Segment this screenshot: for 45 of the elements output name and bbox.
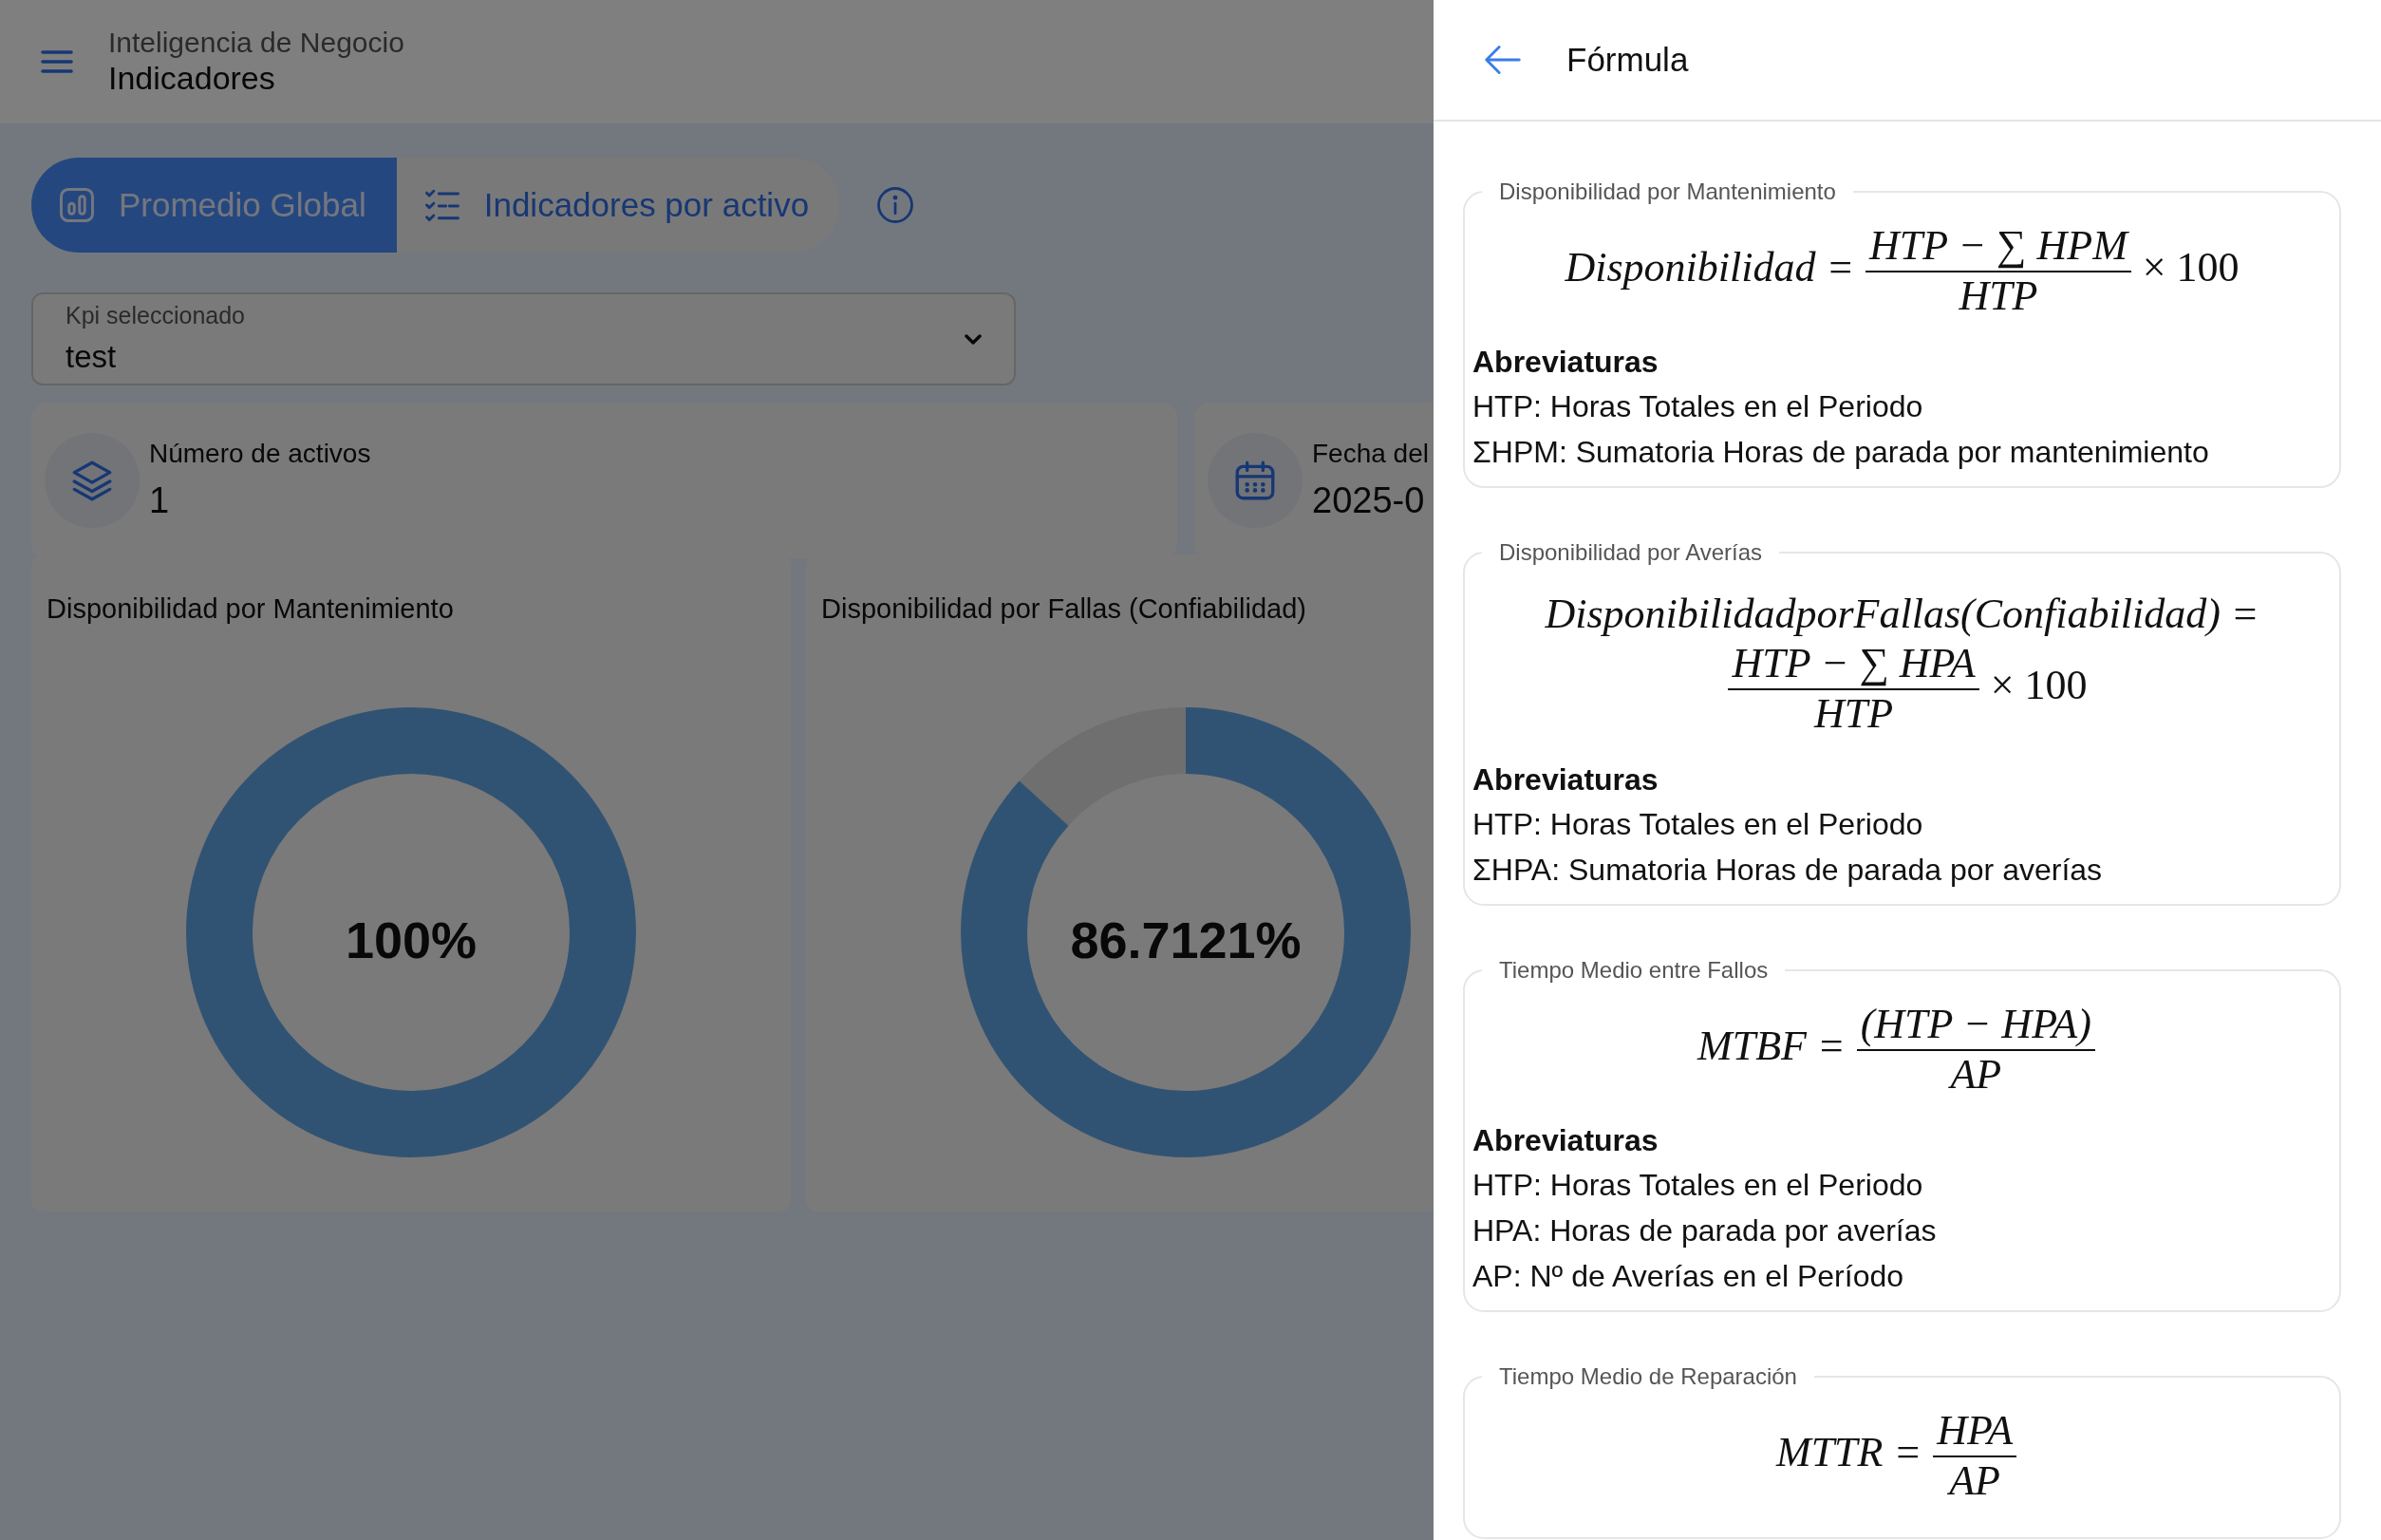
abbreviation-text: ΣHPA: Sumatoria Horas de parada por averías [1472,851,2104,889]
abbreviation-text: HTP: Horas Totales en el Periodo [1472,388,1924,425]
formula-lhs: DisponibilidadporFallas(Confiabilidad) = [1545,591,2259,637]
abbreviations-heading: Abreviaturas [1472,761,1659,799]
abbreviation-text: HTP: Horas Totales en el Periodo [1472,1166,1924,1204]
formula-denominator: AP [1950,1050,2002,1099]
tab[interactable]: Promedio Global [31,158,397,253]
abbreviation-text: AP: Nº de Averías en el Período [1472,1257,1905,1295]
formula-numerator: HPA [1933,1406,2016,1457]
formula-numerator: HTP − ∑ HPM [1865,222,2131,272]
abbreviation-text: ΣHPM: Sumatoria Horas de parada por mantenimiento [1472,434,2210,471]
formula-lhs: MTBF = [1697,1022,1846,1069]
card-legend: Tiempo Medio entre Fallos [1482,958,1786,982]
stat-value: 2025-0 [1312,479,1426,522]
formula-factor: × 100 [2142,243,2240,291]
gauge-value: 100% [345,910,478,970]
dim-overlay[interactable] [0,0,1434,1540]
formula-denominator: AP [1949,1456,2000,1506]
chart-title: Disponibilidad por Fallas (Confiabilidad) [821,592,1307,626]
info-button[interactable] [875,185,916,225]
chart-title: Disponibilidad por Mantenimiento [47,592,455,626]
abbreviations-heading: Abreviaturas [1472,1122,1659,1160]
drawer-title: Fórmula [1566,39,1689,80]
abbreviations-heading: Abreviaturas [1472,344,1659,382]
stat-value: 1 [149,479,171,522]
gauge-value: 86.7121% [1070,910,1302,970]
stat-label: Fecha del [1312,437,1429,470]
formula-factor: × 100 [1990,661,2088,708]
stat-label: Número de activos [149,437,371,470]
app-subtitle: Inteligencia de Negocio [108,27,404,60]
card-legend: Tiempo Medio de Reparación [1482,1364,1814,1388]
formula-denominator: HTP [1814,689,1894,739]
formula-denominator: HTP [1959,272,2038,321]
formula-lhs: MTTR = [1776,1428,1922,1475]
chevron-down-icon [965,333,982,345]
card-legend: Disponibilidad por Mantenimiento [1482,180,1853,203]
abbreviation-text: HTP: Horas Totales en el Periodo [1472,805,1924,843]
info-icon [875,185,916,225]
card-legend: Disponibilidad por Averías [1482,541,1780,564]
kpi-select[interactable]: Kpi seleccionado test [31,292,1016,385]
formula-numerator: HTP − ∑ HPA [1728,640,1979,690]
formula-lhs: Disponibilidad = [1565,243,1855,291]
abbreviation-text: HPA: Horas de parada por averías [1472,1211,1938,1249]
page-title: Indicadores [108,59,276,97]
formula-numerator: (HTP − HPA) [1856,1000,2095,1051]
